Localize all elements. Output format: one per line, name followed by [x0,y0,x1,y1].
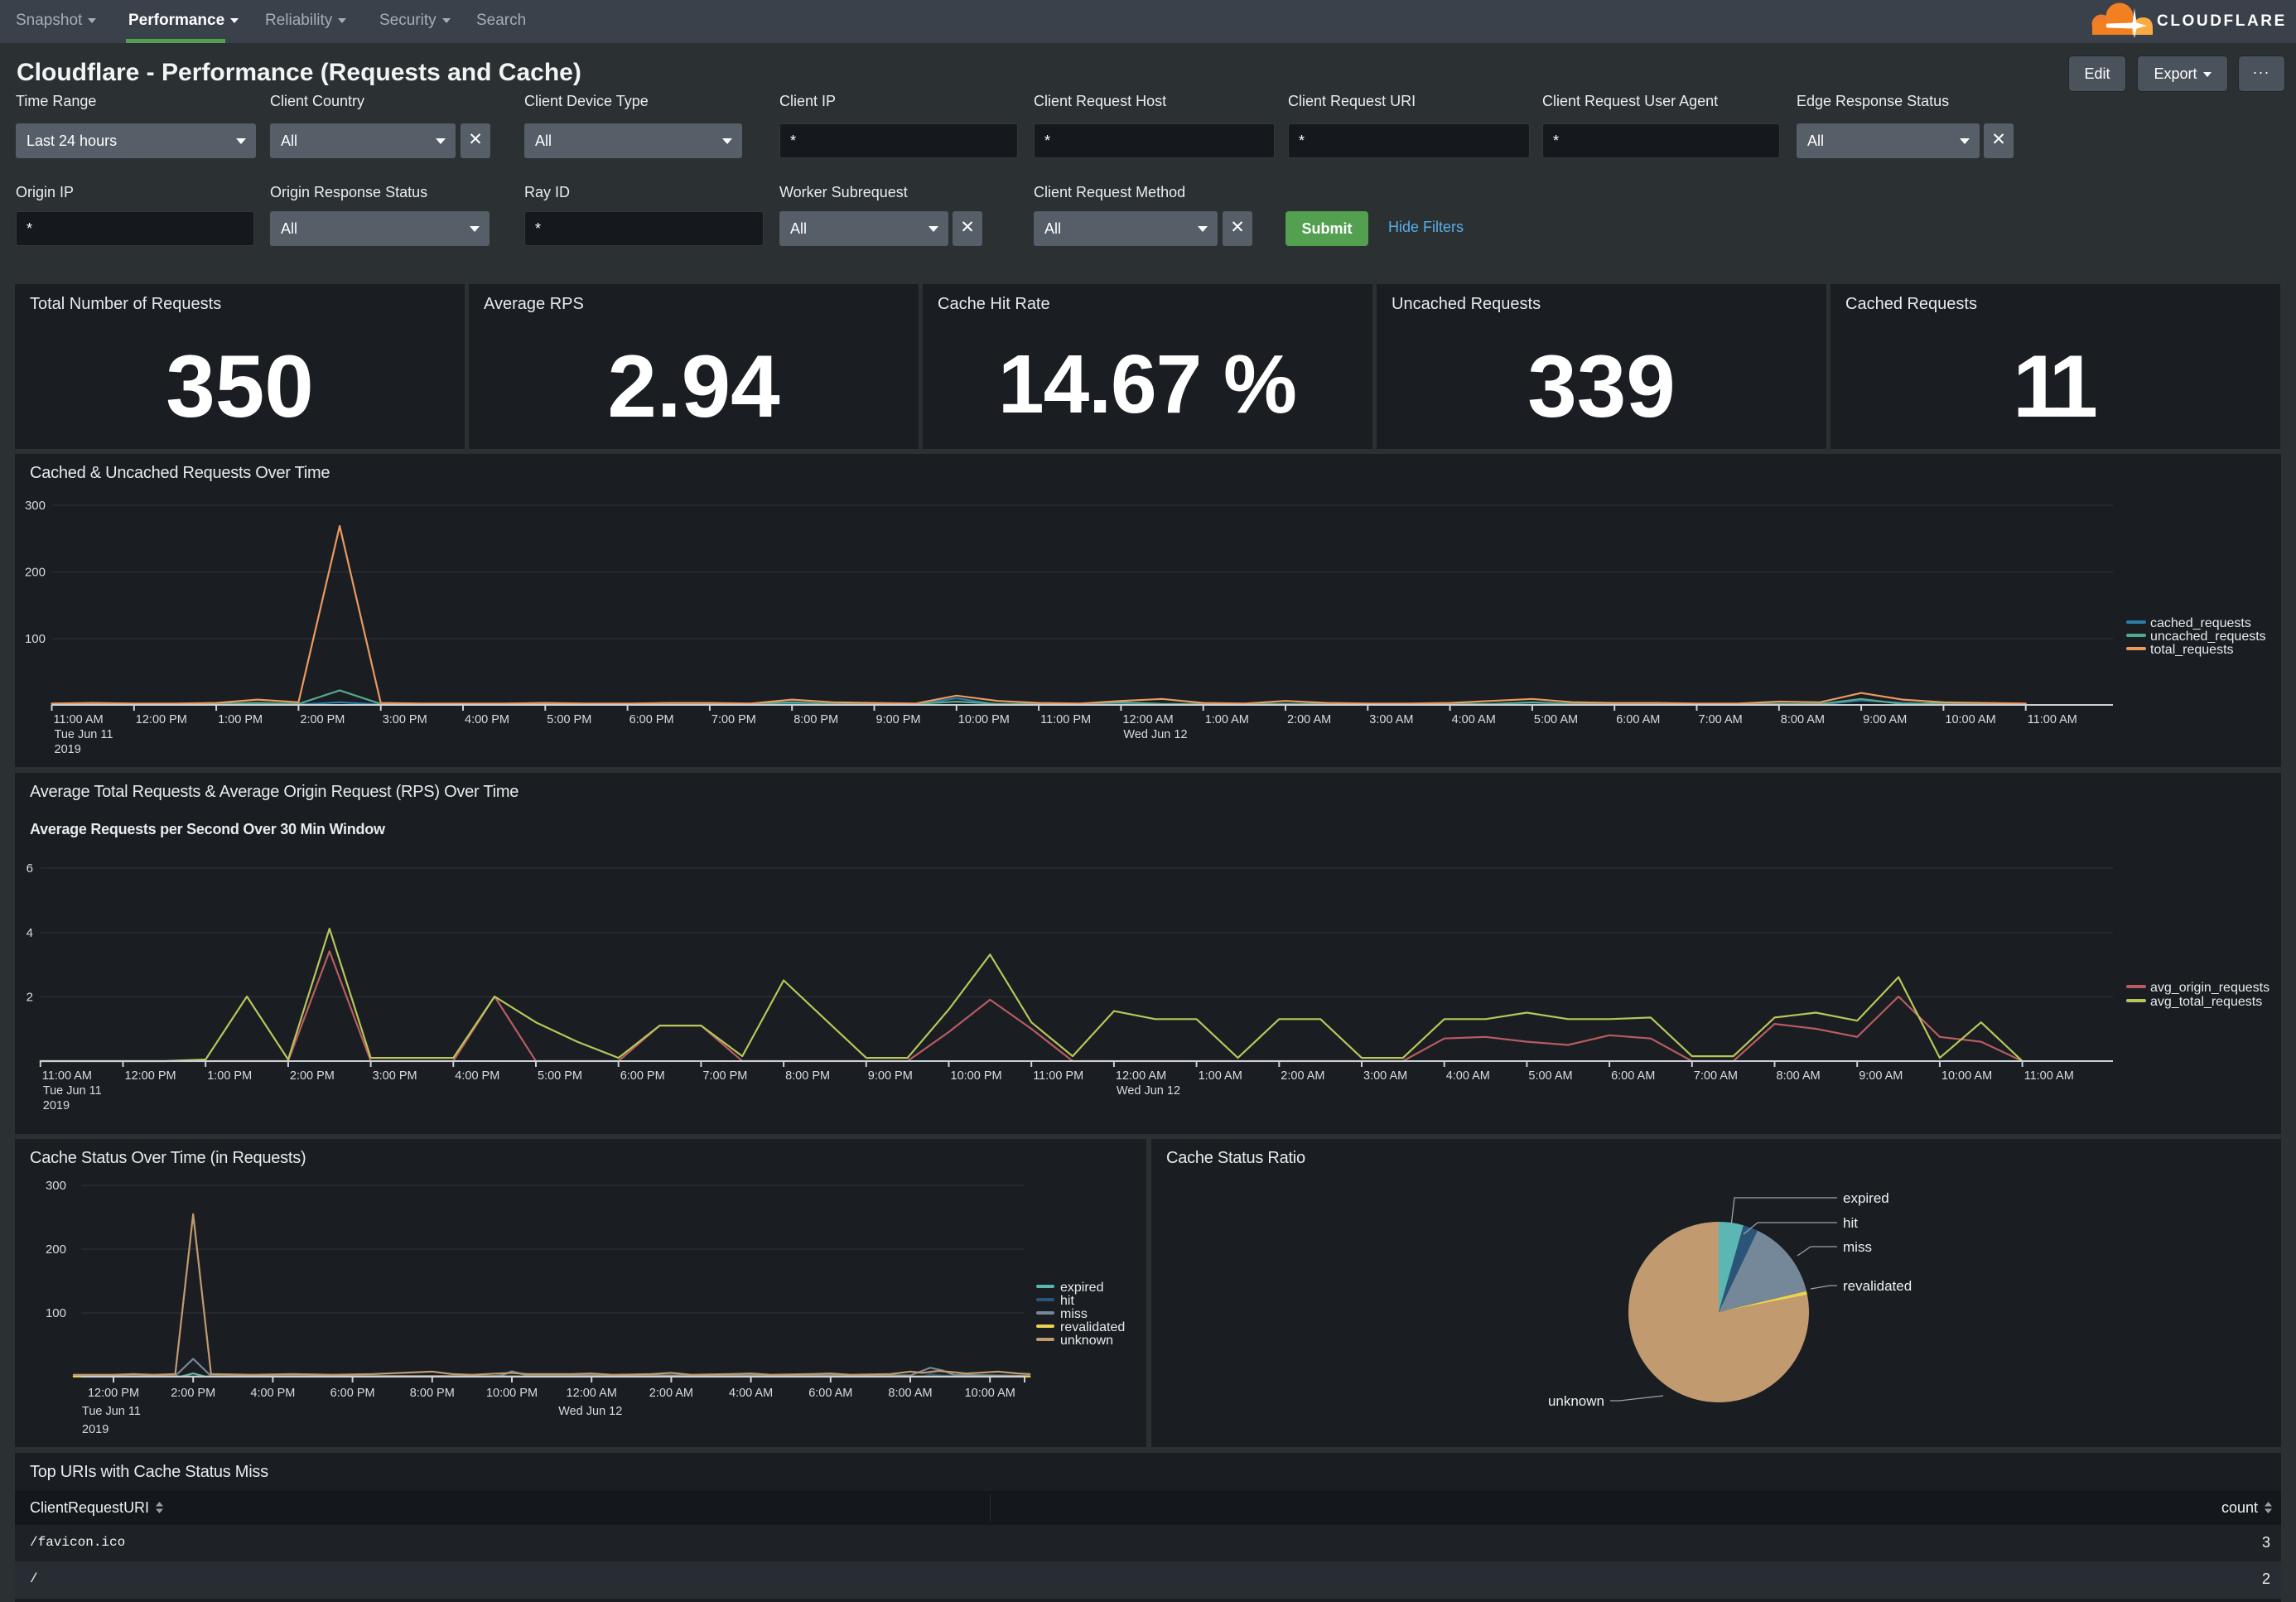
svg-text:8:00 PM: 8:00 PM [793,713,838,726]
svg-text:10:00 PM: 10:00 PM [486,1387,538,1400]
svg-text:4:00 AM: 4:00 AM [1452,713,1496,726]
svg-text:10:00 AM: 10:00 AM [1941,1069,1992,1083]
svg-text:1:00 AM: 1:00 AM [1199,1069,1242,1083]
svg-text:2:00 PM: 2:00 PM [171,1387,215,1400]
svg-text:12:00 AM: 12:00 AM [1122,713,1173,726]
svg-text:12:00 AM: 12:00 AM [1116,1069,1166,1083]
svg-text:2: 2 [27,991,33,1005]
svg-text:uncached_requests: uncached_requests [2150,630,2266,644]
svg-text:9:00 AM: 9:00 AM [1859,1069,1903,1083]
svg-text:avg_total_requests: avg_total_requests [2150,995,2262,1009]
svg-text:miss: miss [1843,1239,1872,1255]
svg-text:7:00 PM: 7:00 PM [711,713,756,726]
svg-text:3:00 AM: 3:00 AM [1369,713,1413,726]
svg-text:miss: miss [1060,1307,1088,1321]
svg-text:9:00 PM: 9:00 PM [868,1069,913,1083]
svg-text:4:00 PM: 4:00 PM [455,1069,499,1083]
svg-text:5:00 PM: 5:00 PM [538,1069,582,1083]
svg-text:9:00 AM: 9:00 AM [1863,713,1907,726]
svg-text:11:00 AM: 11:00 AM [54,713,104,726]
svg-text:11:00 PM: 11:00 PM [1033,1069,1083,1083]
svg-text:4: 4 [27,926,33,940]
svg-text:100: 100 [25,632,46,646]
svg-text:8:00 AM: 8:00 AM [1781,713,1825,726]
svg-text:2:00 PM: 2:00 PM [290,1069,335,1083]
svg-text:100: 100 [46,1306,66,1320]
svg-text:unknown: unknown [1060,1334,1113,1348]
svg-text:8:00 PM: 8:00 PM [410,1387,455,1400]
svg-text:hit: hit [1060,1294,1074,1308]
svg-text:11:00 PM: 11:00 PM [1040,713,1091,726]
svg-text:2:00 PM: 2:00 PM [300,713,345,726]
svg-text:7:00 PM: 7:00 PM [702,1069,747,1083]
svg-text:300: 300 [46,1179,66,1193]
svg-text:12:00 PM: 12:00 PM [136,713,187,726]
svg-text:11:00 AM: 11:00 AM [42,1069,92,1083]
svg-text:Tue Jun 11: Tue Jun 11 [82,1405,141,1418]
svg-text:6:00 AM: 6:00 AM [808,1387,852,1400]
svg-text:cached_requests: cached_requests [2150,616,2251,630]
svg-text:hit: hit [1843,1215,1858,1231]
svg-text:10:00 PM: 10:00 PM [951,1069,1002,1083]
svg-text:Wed Jun 12: Wed Jun 12 [1123,728,1187,741]
svg-text:6: 6 [27,861,33,876]
svg-text:7:00 AM: 7:00 AM [1699,713,1743,726]
svg-text:10:00 AM: 10:00 AM [1945,713,1995,726]
svg-text:200: 200 [25,566,46,580]
svg-text:3:00 AM: 3:00 AM [1363,1069,1407,1083]
svg-text:Wed Jun 12: Wed Jun 12 [1117,1084,1180,1098]
svg-text:expired: expired [1060,1281,1103,1295]
svg-text:5:00 AM: 5:00 AM [1534,713,1578,726]
svg-text:8:00 AM: 8:00 AM [888,1387,932,1400]
svg-text:5:00 PM: 5:00 PM [547,713,591,726]
svg-text:1:00 PM: 1:00 PM [218,713,263,726]
svg-text:expired: expired [1843,1190,1889,1206]
svg-text:2019: 2019 [55,743,81,756]
svg-text:5:00 AM: 5:00 AM [1528,1069,1572,1083]
svg-text:2:00 AM: 2:00 AM [1281,1069,1324,1083]
svg-text:unknown: unknown [1548,1393,1604,1409]
svg-text:8:00 PM: 8:00 PM [785,1069,830,1083]
svg-text:6:00 PM: 6:00 PM [330,1387,375,1400]
svg-text:Tue Jun 11: Tue Jun 11 [43,1084,102,1098]
svg-text:8:00 AM: 8:00 AM [1777,1069,1821,1083]
svg-text:10:00 PM: 10:00 PM [958,713,1010,726]
svg-text:revalidated: revalidated [1843,1278,1912,1294]
svg-text:6:00 PM: 6:00 PM [620,1069,665,1083]
svg-text:7:00 AM: 7:00 AM [1694,1069,1738,1083]
svg-text:3:00 PM: 3:00 PM [383,713,427,726]
svg-text:6:00 AM: 6:00 AM [1616,713,1660,726]
svg-text:11:00 AM: 11:00 AM [2024,1069,2074,1083]
svg-text:2019: 2019 [43,1099,70,1112]
svg-text:10:00 AM: 10:00 AM [965,1387,1015,1400]
svg-text:6:00 PM: 6:00 PM [629,713,674,726]
svg-text:200: 200 [46,1243,66,1257]
svg-text:12:00 PM: 12:00 PM [88,1387,139,1400]
svg-text:avg_origin_requests: avg_origin_requests [2150,981,2269,995]
svg-text:3:00 PM: 3:00 PM [373,1069,417,1083]
svg-text:4:00 PM: 4:00 PM [250,1387,295,1400]
svg-text:4:00 PM: 4:00 PM [465,713,509,726]
svg-text:11:00 AM: 11:00 AM [2028,713,2077,726]
svg-text:300: 300 [25,499,46,513]
svg-text:2:00 AM: 2:00 AM [1287,713,1331,726]
svg-text:4:00 AM: 4:00 AM [729,1387,773,1400]
svg-text:total_requests: total_requests [2150,643,2234,657]
svg-text:1:00 AM: 1:00 AM [1205,713,1249,726]
svg-text:6:00 AM: 6:00 AM [1611,1069,1655,1083]
svg-text:4:00 AM: 4:00 AM [1446,1069,1490,1083]
svg-text:revalidated: revalidated [1060,1320,1125,1334]
svg-text:12:00 PM: 12:00 PM [125,1069,176,1083]
svg-text:1:00 PM: 1:00 PM [207,1069,252,1083]
svg-text:9:00 PM: 9:00 PM [876,713,921,726]
svg-text:Wed Jun 12: Wed Jun 12 [558,1405,622,1418]
svg-text:2:00 AM: 2:00 AM [649,1387,693,1400]
svg-text:2019: 2019 [82,1423,109,1436]
svg-text:Tue Jun 11: Tue Jun 11 [55,728,113,741]
svg-text:12:00 AM: 12:00 AM [567,1387,617,1400]
